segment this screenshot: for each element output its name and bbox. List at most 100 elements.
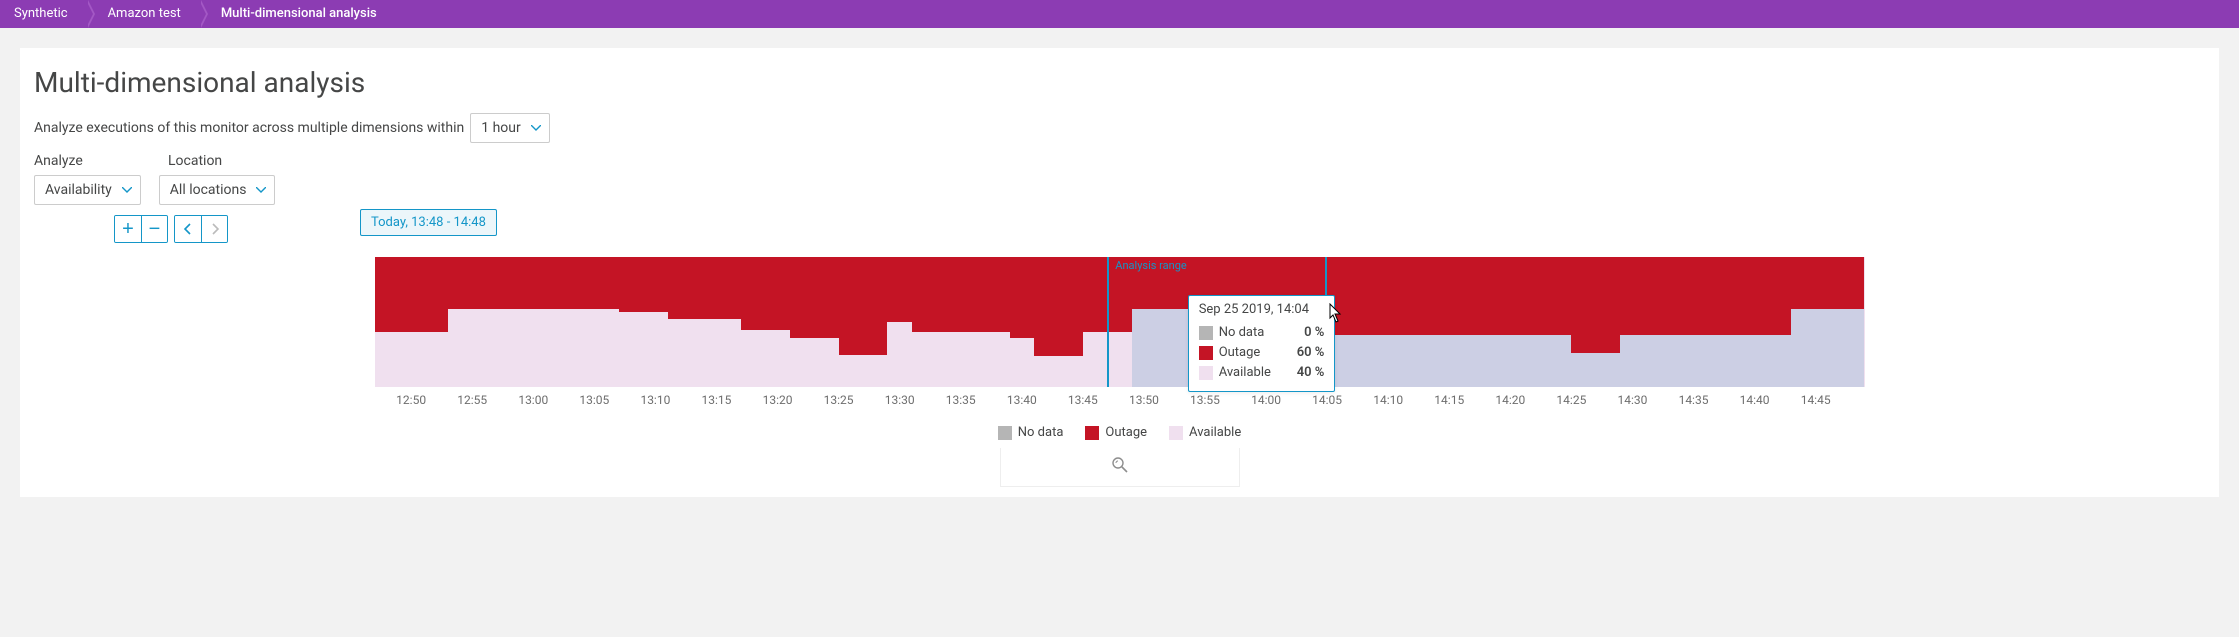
chart-bar[interactable] <box>1376 257 1400 387</box>
chart-bar[interactable] <box>1498 257 1522 387</box>
chart-bar[interactable] <box>1010 257 1034 387</box>
chart-bar[interactable] <box>790 257 814 387</box>
x-axis: 12:5012:5513:0013:0513:1013:1513:2013:25… <box>375 393 1865 417</box>
chart-bar[interactable] <box>1816 257 1840 387</box>
chart-bar[interactable] <box>1034 257 1058 387</box>
chevron-down-icon <box>122 187 132 193</box>
timeframe-select[interactable]: 1 hour <box>470 113 550 143</box>
timeframe-value: 1 hour <box>481 120 521 136</box>
legend-item: Outage <box>1085 425 1147 440</box>
x-tick: 14:45 <box>1801 393 1831 407</box>
pan-left-button[interactable] <box>175 216 201 242</box>
chart-bar[interactable] <box>1718 257 1742 387</box>
tooltip-row: No data0 % <box>1199 323 1325 343</box>
chart-bar[interactable] <box>1156 257 1180 387</box>
zoom-out-button[interactable]: − <box>141 216 167 242</box>
x-tick: 12:55 <box>457 393 487 407</box>
breadcrumb: SyntheticAmazon testMulti-dimensional an… <box>0 0 2239 28</box>
chart-bar[interactable] <box>1791 257 1815 387</box>
range-chip: Today, 13:48 - 14:48 <box>360 209 497 236</box>
chart-bar[interactable] <box>1547 257 1571 387</box>
chart-bar[interactable] <box>765 257 789 387</box>
location-label: Location <box>168 153 222 169</box>
chart-bar[interactable] <box>1596 257 1620 387</box>
subtitle-row: Analyze executions of this monitor acros… <box>34 113 2205 143</box>
chart-bar[interactable] <box>399 257 423 387</box>
page-title: Multi-dimensional analysis <box>34 66 2205 99</box>
chart-bar[interactable] <box>619 257 643 387</box>
chart-bar[interactable] <box>863 257 887 387</box>
chart-bar[interactable] <box>570 257 594 387</box>
chart-bar[interactable] <box>1742 257 1766 387</box>
chart-bar[interactable] <box>1107 257 1131 387</box>
x-tick: 13:50 <box>1129 393 1159 407</box>
x-tick: 13:05 <box>579 393 609 407</box>
chart-bar[interactable] <box>692 257 716 387</box>
x-tick: 14:00 <box>1251 393 1281 407</box>
chart-bar[interactable] <box>1767 257 1791 387</box>
legend-item: Available <box>1169 425 1241 440</box>
x-tick: 13:10 <box>640 393 670 407</box>
chart-bar[interactable] <box>887 257 911 387</box>
x-tick: 13:55 <box>1190 393 1220 407</box>
subtitle-text: Analyze executions of this monitor acros… <box>34 120 464 136</box>
chart-bar[interactable] <box>1523 257 1547 387</box>
chart-bar[interactable] <box>497 257 521 387</box>
chart-bar[interactable] <box>643 257 667 387</box>
breadcrumb-item[interactable]: Amazon test <box>86 0 199 28</box>
chart-bar[interactable] <box>1058 257 1082 387</box>
tooltip-row: Outage60 % <box>1199 343 1325 363</box>
chart-bar[interactable] <box>1425 257 1449 387</box>
chart-bar[interactable] <box>1645 257 1669 387</box>
chart-bar[interactable] <box>936 257 960 387</box>
zoom-in-button[interactable]: + <box>115 216 141 242</box>
chart-bar[interactable] <box>741 257 765 387</box>
chart-bar[interactable] <box>1083 257 1107 387</box>
chart-bar[interactable] <box>423 257 447 387</box>
location-select[interactable]: All locations <box>159 175 276 205</box>
chart-bar[interactable] <box>1474 257 1498 387</box>
chart-bar[interactable] <box>375 257 399 387</box>
chart-bar[interactable] <box>839 257 863 387</box>
chart-bar[interactable] <box>668 257 692 387</box>
chart-bar[interactable] <box>1620 257 1644 387</box>
chart-bar[interactable] <box>472 257 496 387</box>
chart-bar[interactable] <box>1400 257 1424 387</box>
chart-tooltip: Sep 25 2019, 14:04 No data0 %Outage60 %A… <box>1188 295 1336 392</box>
chart-bar[interactable] <box>1694 257 1718 387</box>
analyze-value: Availability <box>45 182 112 198</box>
chart-bar[interactable] <box>448 257 472 387</box>
x-tick: 14:20 <box>1495 393 1525 407</box>
magnify-icon[interactable] <box>1000 448 1240 487</box>
chart-bar[interactable] <box>1840 257 1864 387</box>
availability-chart[interactable]: Analysis range Sep 25 2019, 14:04 No dat… <box>375 257 1865 387</box>
x-tick: 14:40 <box>1740 393 1770 407</box>
chart-bar[interactable] <box>594 257 618 387</box>
chart-bar[interactable] <box>521 257 545 387</box>
pan-group <box>174 215 228 243</box>
chart-bar[interactable] <box>716 257 740 387</box>
tooltip-row: Available40 % <box>1199 363 1325 383</box>
chart-bar[interactable] <box>545 257 569 387</box>
chart-bar[interactable] <box>1449 257 1473 387</box>
chart-bar[interactable] <box>961 257 985 387</box>
chart-bar[interactable] <box>1352 257 1376 387</box>
page-content: Multi-dimensional analysis Analyze execu… <box>20 48 2219 497</box>
cursor-icon <box>1329 303 1343 323</box>
chevron-down-icon <box>531 125 541 131</box>
analyze-label: Analyze <box>34 153 134 169</box>
chart-bar[interactable] <box>912 257 936 387</box>
chart-bar[interactable] <box>1669 257 1693 387</box>
analyze-select[interactable]: Availability <box>34 175 141 205</box>
breadcrumb-item[interactable]: Synthetic <box>4 0 86 28</box>
chart-bar[interactable] <box>1132 257 1156 387</box>
chart-toolbar: + − Today, 13:48 - 14:48 <box>114 215 2205 243</box>
location-value: All locations <box>170 182 247 198</box>
chart-bar[interactable] <box>1571 257 1595 387</box>
chart-bar[interactable] <box>814 257 838 387</box>
x-tick: 14:10 <box>1373 393 1403 407</box>
x-tick: 13:45 <box>1068 393 1098 407</box>
breadcrumb-item: Multi-dimensional analysis <box>199 0 395 28</box>
legend-item: No data <box>998 425 1064 440</box>
chart-bar[interactable] <box>985 257 1009 387</box>
